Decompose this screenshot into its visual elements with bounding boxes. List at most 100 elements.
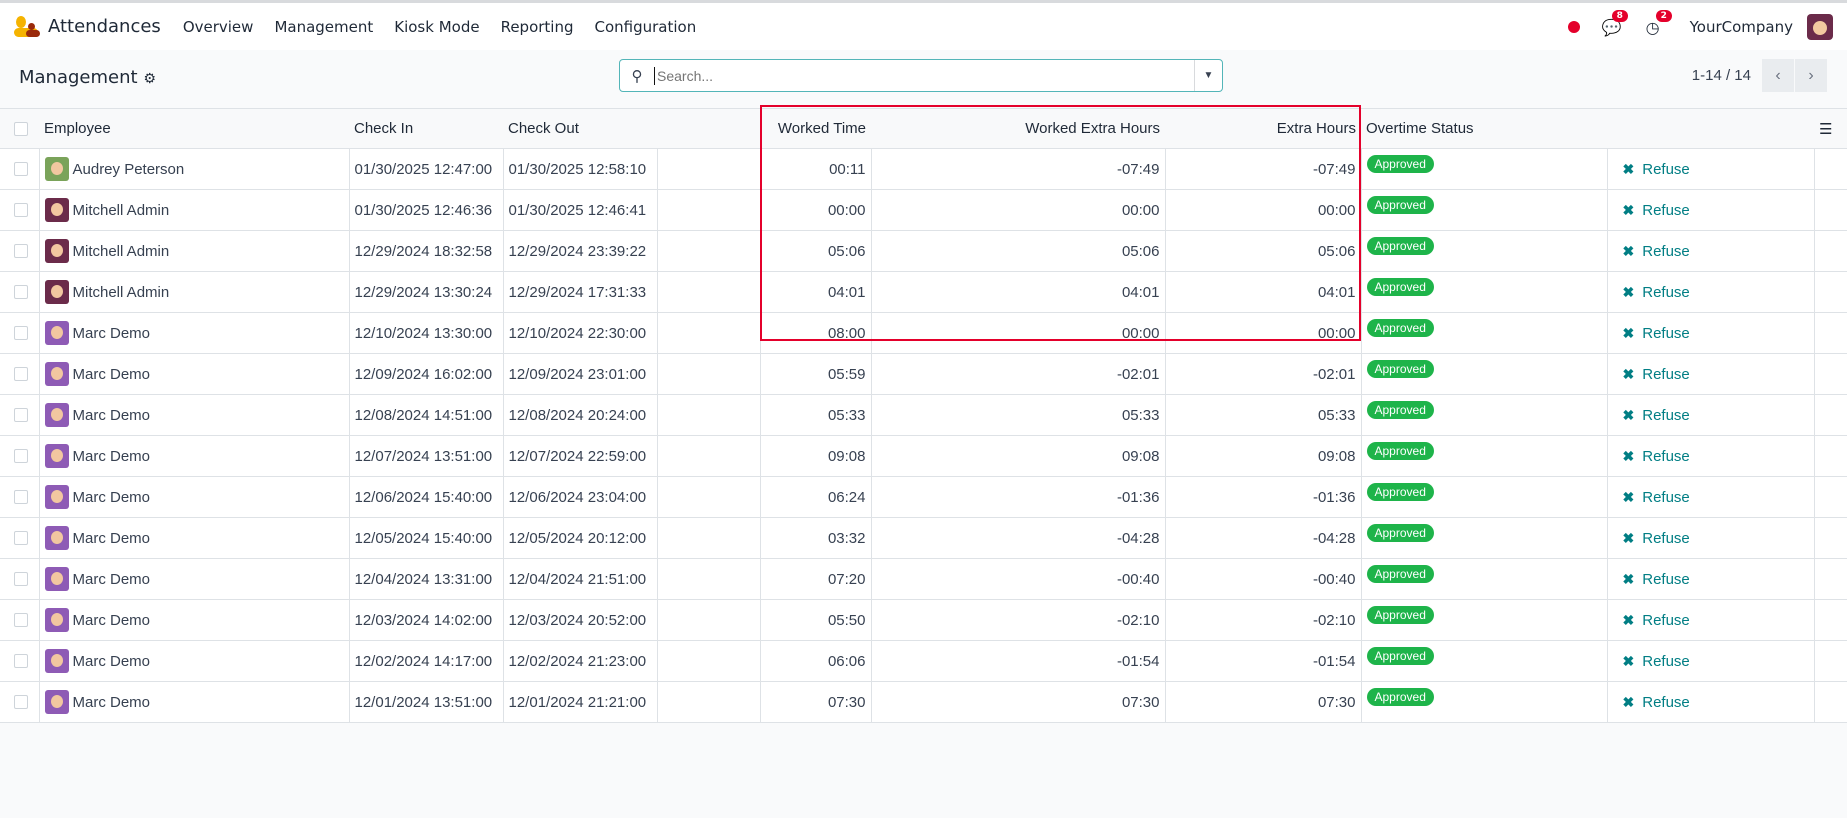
employee-cell[interactable]: Marc Demo	[38, 476, 349, 518]
extra-hours-cell[interactable]: 07:30	[1164, 681, 1361, 723]
employee-cell[interactable]: Mitchell Admin	[38, 271, 349, 313]
row-checkbox[interactable]	[14, 613, 28, 627]
row-checkbox[interactable]	[14, 408, 28, 422]
employee-cell[interactable]: Marc Demo	[38, 681, 349, 723]
row-checkbox[interactable]	[14, 244, 28, 258]
refuse-button[interactable]: ✖ Refuse	[1613, 530, 1809, 547]
check-in-cell[interactable]: 12/03/2024 14:02:00	[348, 599, 503, 641]
refuse-button[interactable]: ✖ Refuse	[1613, 612, 1809, 629]
row-checkbox[interactable]	[14, 162, 28, 176]
row-checkbox[interactable]	[14, 367, 28, 381]
check-in-cell[interactable]: 01/30/2025 12:46:36	[348, 189, 503, 231]
app-name[interactable]: Attendances	[48, 16, 161, 37]
employee-cell[interactable]: Marc Demo	[38, 394, 349, 436]
refuse-button[interactable]: ✖ Refuse	[1613, 325, 1809, 342]
refuse-button[interactable]: ✖ Refuse	[1613, 243, 1809, 260]
attendances-logo-icon[interactable]	[14, 15, 40, 39]
employee-cell[interactable]: Audrey Peterson	[38, 148, 349, 190]
worked-time-cell[interactable]: 05:06	[759, 230, 871, 272]
worked-extra-hours-cell[interactable]: 04:01	[870, 271, 1165, 313]
worked-time-cell[interactable]: 07:30	[759, 681, 871, 723]
refuse-button[interactable]: ✖ Refuse	[1613, 653, 1809, 670]
messages-icon[interactable]: 💬 8	[1602, 9, 1628, 37]
worked-time-cell[interactable]: 06:06	[759, 640, 871, 682]
col-overtime-status[interactable]: Overtime Status	[1361, 108, 1607, 149]
check-in-cell[interactable]: 12/01/2024 13:51:00	[348, 681, 503, 723]
col-check-in[interactable]: Check In	[349, 108, 503, 149]
worked-extra-hours-cell[interactable]: -02:10	[870, 599, 1165, 641]
table-row[interactable]: Audrey Peterson 01/30/2025 12:47:00 01/3…	[0, 148, 1847, 190]
check-in-cell[interactable]: 12/29/2024 13:30:24	[348, 271, 503, 313]
extra-hours-cell[interactable]: 00:00	[1164, 312, 1361, 354]
check-out-cell[interactable]: 01/30/2025 12:46:41	[502, 189, 657, 231]
status-dot-icon[interactable]	[1567, 20, 1580, 33]
optional-columns-toggle-icon[interactable]: ☰	[1814, 108, 1847, 149]
worked-extra-hours-cell[interactable]: 05:33	[870, 394, 1165, 436]
worked-time-cell[interactable]: 09:08	[759, 435, 871, 477]
employee-cell[interactable]: Marc Demo	[38, 640, 349, 682]
row-checkbox[interactable]	[14, 203, 28, 217]
check-out-cell[interactable]: 12/09/2024 23:01:00	[502, 353, 657, 395]
extra-hours-cell[interactable]: 09:08	[1164, 435, 1361, 477]
worked-time-cell[interactable]: 06:24	[759, 476, 871, 518]
check-in-cell[interactable]: 12/08/2024 14:51:00	[348, 394, 503, 436]
user-avatar[interactable]	[1807, 13, 1833, 40]
extra-hours-cell[interactable]: -04:28	[1164, 517, 1361, 559]
row-checkbox[interactable]	[14, 490, 28, 504]
pager-next-button[interactable]: ›	[1795, 59, 1827, 92]
check-out-cell[interactable]: 12/29/2024 17:31:33	[502, 271, 657, 313]
refuse-button[interactable]: ✖ Refuse	[1613, 694, 1809, 711]
worked-extra-hours-cell[interactable]: -07:49	[870, 148, 1165, 190]
worked-time-cell[interactable]: 05:59	[759, 353, 871, 395]
col-check-out[interactable]: Check Out	[503, 108, 657, 149]
select-all-checkbox[interactable]	[14, 121, 28, 136]
row-checkbox[interactable]	[14, 449, 28, 463]
extra-hours-cell[interactable]: -01:54	[1164, 640, 1361, 682]
table-row[interactable]: Mitchell Admin 12/29/2024 18:32:58 12/29…	[0, 230, 1847, 272]
table-row[interactable]: Marc Demo 12/08/2024 14:51:00 12/08/2024…	[0, 394, 1847, 436]
col-extra-hours[interactable]: Extra Hours	[1165, 108, 1361, 149]
pager-previous-button[interactable]: ‹	[1762, 59, 1794, 92]
row-checkbox[interactable]	[14, 654, 28, 668]
col-worked-time[interactable]: Worked Time	[760, 108, 871, 149]
row-checkbox[interactable]	[14, 572, 28, 586]
worked-extra-hours-cell[interactable]: -01:54	[870, 640, 1165, 682]
worked-extra-hours-cell[interactable]: -02:01	[870, 353, 1165, 395]
worked-extra-hours-cell[interactable]: 00:00	[870, 189, 1165, 231]
check-in-cell[interactable]: 12/10/2024 13:30:00	[348, 312, 503, 354]
check-in-cell[interactable]: 12/09/2024 16:02:00	[348, 353, 503, 395]
check-in-cell[interactable]: 01/30/2025 12:47:00	[348, 148, 503, 190]
employee-cell[interactable]: Marc Demo	[38, 599, 349, 641]
table-row[interactable]: Marc Demo 12/01/2024 13:51:00 12/01/2024…	[0, 681, 1847, 723]
table-row[interactable]: Mitchell Admin 12/29/2024 13:30:24 12/29…	[0, 271, 1847, 313]
check-out-cell[interactable]: 01/30/2025 12:58:10	[502, 148, 657, 190]
worked-time-cell[interactable]: 05:33	[759, 394, 871, 436]
extra-hours-cell[interactable]: -02:01	[1164, 353, 1361, 395]
extra-hours-cell[interactable]: -01:36	[1164, 476, 1361, 518]
check-out-cell[interactable]: 12/06/2024 23:04:00	[502, 476, 657, 518]
check-in-cell[interactable]: 12/07/2024 13:51:00	[348, 435, 503, 477]
refuse-button[interactable]: ✖ Refuse	[1613, 571, 1809, 588]
check-out-cell[interactable]: 12/10/2024 22:30:00	[502, 312, 657, 354]
menu-configuration[interactable]: Configuration	[595, 18, 697, 36]
row-checkbox[interactable]	[14, 531, 28, 545]
row-checkbox[interactable]	[14, 695, 28, 709]
employee-cell[interactable]: Mitchell Admin	[38, 189, 349, 231]
employee-cell[interactable]: Marc Demo	[38, 558, 349, 600]
activities-clock-icon[interactable]: ◷ 2	[1646, 9, 1672, 37]
check-out-cell[interactable]: 12/07/2024 22:59:00	[502, 435, 657, 477]
worked-time-cell[interactable]: 08:00	[759, 312, 871, 354]
worked-time-cell[interactable]: 05:50	[759, 599, 871, 641]
table-row[interactable]: Marc Demo 12/05/2024 15:40:00 12/05/2024…	[0, 517, 1847, 559]
employee-cell[interactable]: Marc Demo	[38, 435, 349, 477]
refuse-button[interactable]: ✖ Refuse	[1613, 448, 1809, 465]
gear-icon[interactable]: ⚙	[143, 71, 156, 87]
extra-hours-cell[interactable]: 05:33	[1164, 394, 1361, 436]
worked-time-cell[interactable]: 03:32	[759, 517, 871, 559]
refuse-button[interactable]: ✖ Refuse	[1613, 366, 1809, 383]
check-out-cell[interactable]: 12/04/2024 21:51:00	[502, 558, 657, 600]
refuse-button[interactable]: ✖ Refuse	[1613, 407, 1809, 424]
table-row[interactable]: Mitchell Admin 01/30/2025 12:46:36 01/30…	[0, 189, 1847, 231]
check-in-cell[interactable]: 12/05/2024 15:40:00	[348, 517, 503, 559]
extra-hours-cell[interactable]: -00:40	[1164, 558, 1361, 600]
